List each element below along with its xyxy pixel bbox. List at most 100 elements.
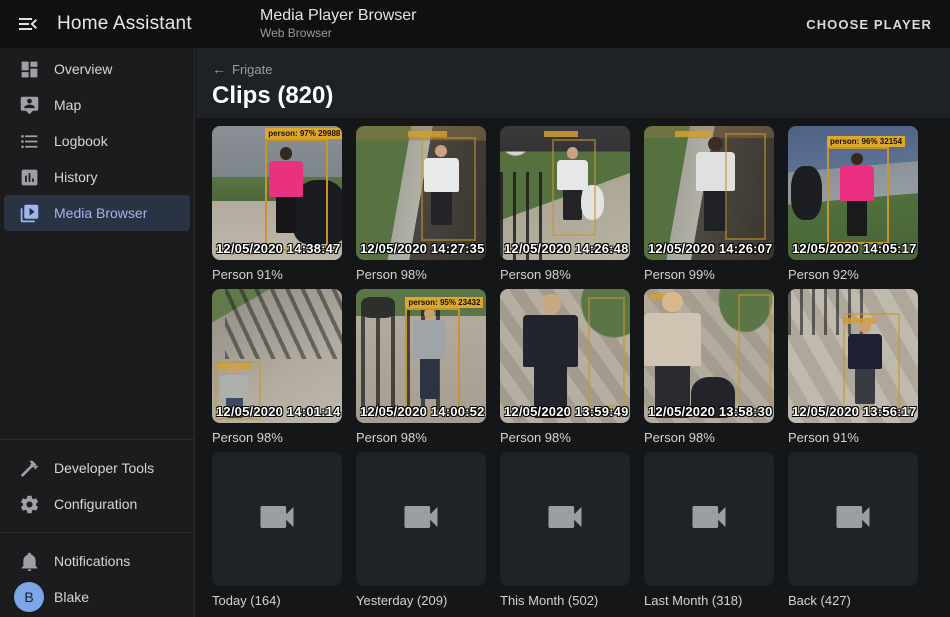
clip-timestamp: 12/05/2020 13:56:17: [792, 404, 917, 419]
folder-card-yesterday[interactable]: Yesterday (209): [356, 452, 486, 609]
clip-timestamp: 12/05/2020 14:01:14: [216, 404, 341, 419]
clip-caption: Person 98%: [500, 430, 630, 446]
sidebar-item-label: Notifications: [54, 553, 130, 569]
hammer-icon: [4, 458, 54, 479]
clip-thumbnail: 12/05/2020 14:26:07: [644, 126, 774, 260]
sidebar-item-logbook[interactable]: Logbook: [4, 123, 190, 159]
app-bar-left: Home Assistant: [0, 12, 196, 36]
chart-box-icon: [4, 167, 54, 188]
breadcrumb-label: Frigate: [232, 62, 272, 77]
clip-timestamp: 12/05/2020 14:05:17: [792, 241, 917, 256]
video-camera-icon: [399, 495, 443, 544]
folder-label: Today (164): [212, 593, 342, 609]
clip-timestamp: 12/05/2020 14:26:48: [504, 241, 629, 256]
clip-caption: Person 91%: [788, 430, 918, 446]
clip-thumbnail: person: 97% 29988 12/05/2020 14:38:47: [212, 126, 342, 260]
clip-thumbnail: person: 95% 23432 12/05/2020 14:00:52: [356, 289, 486, 423]
avatar: B: [14, 582, 44, 612]
user-name: Blake: [54, 589, 89, 605]
video-camera-icon: [687, 495, 731, 544]
back-arrow-icon: ←: [212, 61, 226, 77]
sidebar-item-label: Overview: [54, 61, 112, 77]
clip-thumbnail: person: 96% 32154 12/05/2020 14:05:17: [788, 126, 918, 260]
clip-timestamp: 12/05/2020 14:38:47: [216, 241, 341, 256]
page-heading: Clips (820): [212, 82, 934, 110]
clip-caption: Person 98%: [356, 267, 486, 283]
sidebar-item-developer-tools[interactable]: Developer Tools: [4, 450, 190, 486]
content-header: ← Frigate Clips (820): [196, 48, 950, 118]
clip-card[interactable]: person: 97% 29988 12/05/2020 14:38:47 Pe…: [212, 126, 342, 283]
folder-label: Yesterday (209): [356, 593, 486, 609]
app-title: Home Assistant: [57, 13, 192, 35]
sidebar-item-notifications[interactable]: Notifications: [4, 543, 190, 579]
clip-card[interactable]: 12/05/2020 14:26:48 Person 98%: [500, 126, 630, 283]
sidebar-item-configuration[interactable]: Configuration: [4, 486, 190, 522]
folder-card-this-month[interactable]: This Month (502): [500, 452, 630, 609]
sidebar-item-label: History: [54, 169, 98, 185]
sidebar: Overview Map Logbook History Media Brows…: [0, 48, 195, 617]
clip-caption: Person 99%: [644, 267, 774, 283]
clip-caption: Person 98%: [212, 430, 342, 446]
clip-card[interactable]: 12/05/2020 14:26:07 Person 99%: [644, 126, 774, 283]
format-list-bulleted-icon: [4, 131, 54, 152]
detection-label: person: 95% 23432: [405, 297, 483, 308]
sidebar-item-media-browser[interactable]: Media Browser: [4, 195, 190, 231]
clip-timestamp: 12/05/2020 14:27:35: [360, 241, 485, 256]
video-camera-icon: [255, 495, 299, 544]
choose-player-button[interactable]: CHOOSE PLAYER: [806, 17, 932, 32]
folder-label: Back (427): [788, 593, 918, 609]
clip-thumbnail: 12/05/2020 13:58:30: [644, 289, 774, 423]
sidebar-item-label: Map: [54, 97, 81, 113]
view-dashboard-icon: [4, 59, 54, 80]
sidebar-item-map[interactable]: Map: [4, 87, 190, 123]
clip-card[interactable]: 12/05/2020 14:27:35 Person 98%: [356, 126, 486, 283]
folder-label: Last Month (318): [644, 593, 774, 609]
app-bar: Home Assistant Media Player Browser Web …: [0, 0, 950, 48]
folder-card-today[interactable]: Today (164): [212, 452, 342, 609]
clip-thumbnail: 12/05/2020 14:01:14: [212, 289, 342, 423]
tooltip-account-icon: [4, 95, 54, 116]
clip-thumbnail: 12/05/2020 14:27:35: [356, 126, 486, 260]
clip-card[interactable]: 12/05/2020 13:58:30 Person 98%: [644, 289, 774, 446]
clip-card[interactable]: 12/05/2020 13:56:17 Person 91%: [788, 289, 918, 446]
sidebar-item-overview[interactable]: Overview: [4, 51, 190, 87]
page-title-block: Media Player Browser Web Browser: [260, 7, 417, 40]
clip-thumbnail: 12/05/2020 13:56:17: [788, 289, 918, 423]
folder-card-back[interactable]: Back (427): [788, 452, 918, 609]
person-figure: [523, 294, 578, 417]
detection-label: person: 97% 29988: [265, 128, 342, 139]
video-camera-icon: [543, 495, 587, 544]
sidebar-item-label: Developer Tools: [54, 460, 154, 476]
bell-icon: [4, 551, 54, 572]
clip-timestamp: 12/05/2020 13:59:49: [504, 404, 629, 419]
clip-thumbnail: 12/05/2020 14:26:48: [500, 126, 630, 260]
clip-caption: Person 98%: [356, 430, 486, 446]
sidebar-item-label: Media Browser: [54, 205, 147, 221]
clip-timestamp: 12/05/2020 13:58:30: [648, 404, 773, 419]
clip-card[interactable]: 12/05/2020 13:59:49 Person 98%: [500, 289, 630, 446]
sidebar-divider: [0, 439, 194, 440]
folder-card-last-month[interactable]: Last Month (318): [644, 452, 774, 609]
clip-caption: Person 92%: [788, 267, 918, 283]
clips-grid: person: 97% 29988 12/05/2020 14:38:47 Pe…: [196, 118, 950, 609]
sidebar-divider: [0, 532, 194, 533]
clip-timestamp: 12/05/2020 14:00:52: [360, 404, 485, 419]
clip-card[interactable]: 12/05/2020 14:01:14 Person 98%: [212, 289, 342, 446]
page-title: Media Player Browser: [260, 7, 417, 25]
detection-label: person: 96% 32154: [827, 136, 905, 147]
cog-icon: [4, 494, 54, 515]
page-subtitle: Web Browser: [260, 27, 417, 41]
clip-timestamp: 12/05/2020 14:26:07: [648, 241, 773, 256]
clip-card[interactable]: person: 96% 32154 12/05/2020 14:05:17 Pe…: [788, 126, 918, 283]
folder-label: This Month (502): [500, 593, 630, 609]
sidebar-item-history[interactable]: History: [4, 159, 190, 195]
clip-caption: Person 98%: [500, 267, 630, 283]
sidebar-item-label: Configuration: [54, 496, 137, 512]
menu-open-icon[interactable]: [16, 12, 40, 36]
clip-caption: Person 98%: [644, 430, 774, 446]
video-camera-icon: [831, 495, 875, 544]
main-content: ← Frigate Clips (820) person: 97% 29988 …: [196, 48, 950, 617]
breadcrumb-back[interactable]: ← Frigate: [212, 61, 272, 77]
sidebar-item-user[interactable]: B Blake: [4, 579, 190, 615]
clip-card[interactable]: person: 95% 23432 12/05/2020 14:00:52 Pe…: [356, 289, 486, 446]
